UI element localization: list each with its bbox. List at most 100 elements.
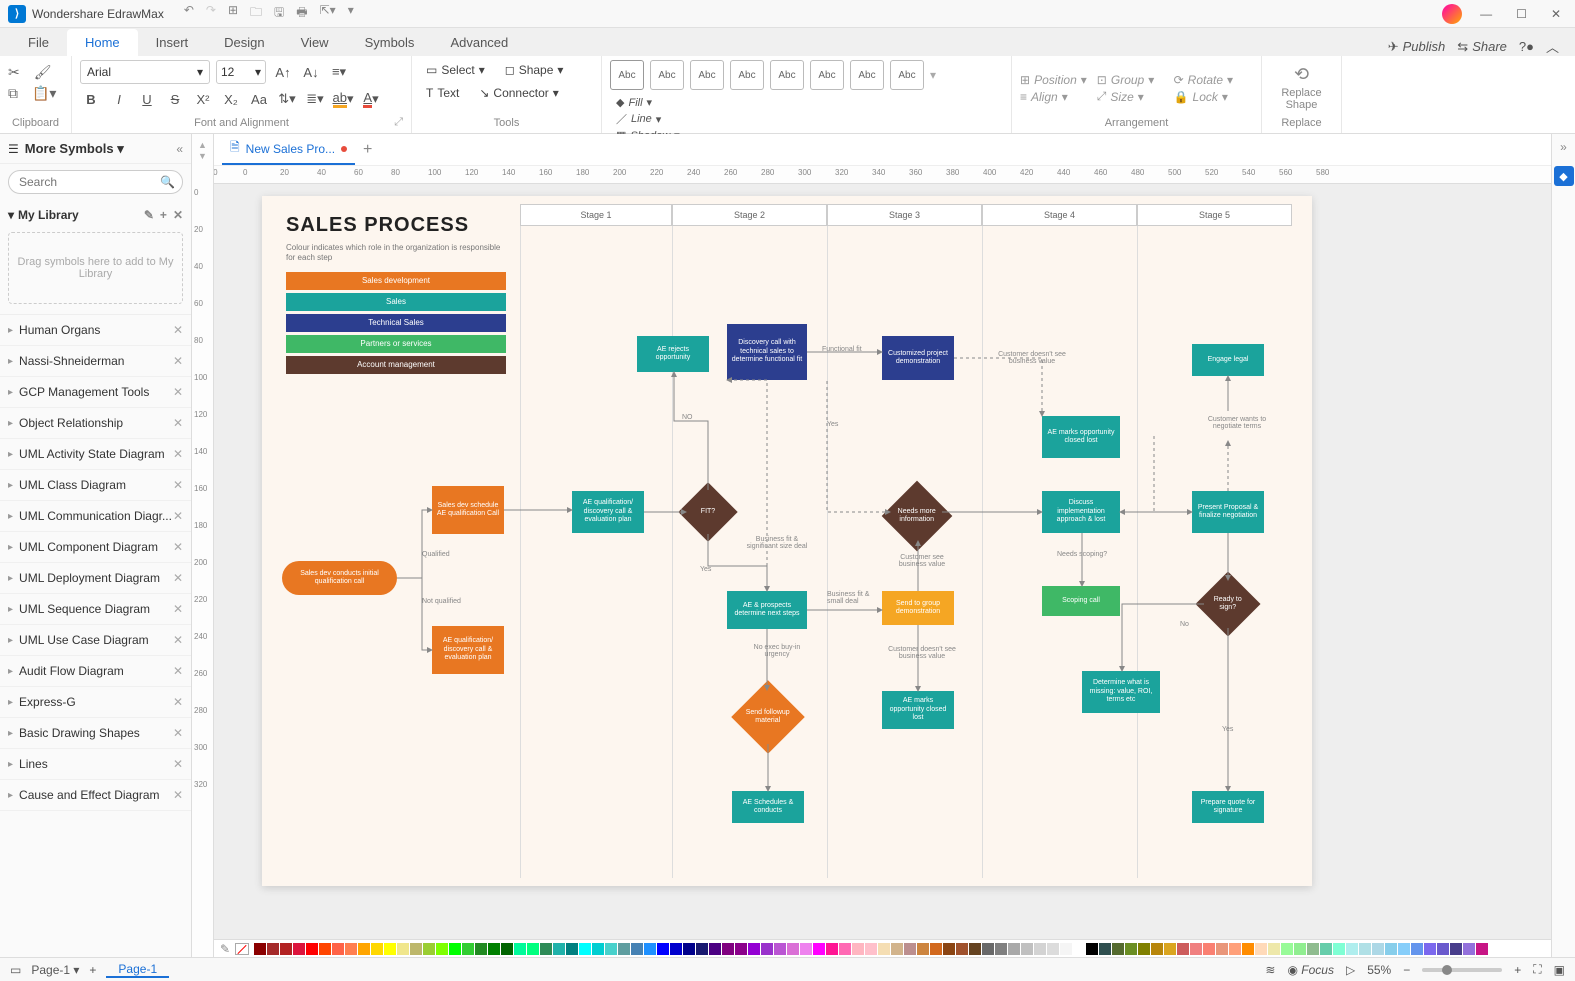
color-swatch[interactable]	[1164, 943, 1176, 955]
search-icon[interactable]: 🔍	[160, 175, 175, 189]
style-preset-8[interactable]: Abc	[890, 60, 924, 90]
node-demo[interactable]: Customized project demonstration	[882, 336, 954, 380]
lock-menu[interactable]: 🔒 Lock▾	[1174, 89, 1241, 104]
minimize-button[interactable]: —	[1474, 5, 1498, 23]
style-preset-5[interactable]: Abc	[770, 60, 804, 90]
node-discuss-impl[interactable]: Discuss implementation approach & lost	[1042, 491, 1120, 533]
category-item[interactable]: ▸Audit Flow Diagram✕	[0, 656, 191, 687]
color-swatch[interactable]	[865, 943, 877, 955]
color-swatch[interactable]	[332, 943, 344, 955]
format-painter-icon[interactable]: 🖌	[34, 64, 52, 81]
print-icon[interactable]: 🖶	[296, 3, 307, 24]
node-group-demo[interactable]: Send to group demonstration	[882, 591, 954, 625]
color-swatch[interactable]	[1216, 943, 1228, 955]
color-swatch[interactable]	[1294, 943, 1306, 955]
scroll-down-icon[interactable]: ▼	[198, 151, 207, 161]
color-swatch[interactable]	[722, 943, 734, 955]
color-swatch[interactable]	[1190, 943, 1202, 955]
color-swatch[interactable]	[436, 943, 448, 955]
color-swatch[interactable]	[995, 943, 1007, 955]
close-icon[interactable]: ✕	[173, 602, 183, 616]
new-icon[interactable]: ⊞	[228, 3, 238, 24]
color-swatch[interactable]	[579, 943, 591, 955]
category-item[interactable]: ▸UML Use Case Diagram✕	[0, 625, 191, 656]
tab-view[interactable]: View	[283, 29, 347, 56]
category-item[interactable]: ▸Lines✕	[0, 749, 191, 780]
paste-icon[interactable]: 📋▾	[32, 85, 56, 102]
node-closed-lost-2[interactable]: AE marks opportunity closed lost	[1042, 416, 1120, 458]
node-ae-schedules[interactable]: AE Schedules & conducts	[732, 791, 804, 823]
save-icon[interactable]: 🖫	[274, 3, 284, 24]
undo-icon[interactable]: ↶	[184, 3, 194, 24]
style-preset-7[interactable]: Abc	[850, 60, 884, 90]
color-swatch[interactable]	[1177, 943, 1189, 955]
category-item[interactable]: ▸Express-G✕	[0, 687, 191, 718]
tab-insert[interactable]: Insert	[138, 29, 207, 56]
tab-home[interactable]: Home	[67, 29, 138, 56]
open-icon[interactable]: 🗀	[250, 3, 262, 24]
page-tab[interactable]: Page-1	[106, 962, 169, 978]
color-swatch[interactable]	[787, 943, 799, 955]
color-swatch[interactable]	[1424, 943, 1436, 955]
color-swatch[interactable]	[358, 943, 370, 955]
no-fill-swatch[interactable]	[235, 943, 249, 955]
color-swatch[interactable]	[800, 943, 812, 955]
color-swatch[interactable]	[696, 943, 708, 955]
close-icon[interactable]: ✕	[173, 323, 183, 337]
color-swatch[interactable]	[345, 943, 357, 955]
color-swatch[interactable]	[917, 943, 929, 955]
connector-tool[interactable]: ↘ Connector ▾	[473, 83, 564, 103]
color-swatch[interactable]	[1008, 943, 1020, 955]
color-swatch[interactable]	[293, 943, 305, 955]
fit-page-icon[interactable]: ⛶	[1533, 962, 1541, 977]
replace-shape-button[interactable]: ⟲ Replace Shape	[1270, 60, 1333, 111]
close-icon[interactable]: ✕	[173, 788, 183, 802]
node-present-proposal[interactable]: Present Proposal & finalize negotiation	[1192, 491, 1264, 533]
color-swatch[interactable]	[1411, 943, 1423, 955]
case-icon[interactable]: Aa	[248, 88, 270, 110]
color-swatch[interactable]	[280, 943, 292, 955]
font-color-icon[interactable]: A▾	[360, 88, 382, 110]
color-swatch[interactable]	[1437, 943, 1449, 955]
zoom-slider[interactable]	[1422, 968, 1502, 972]
chevron-down-icon[interactable]: ▾	[8, 208, 14, 222]
presentation-icon[interactable]: ▷	[1346, 963, 1355, 977]
color-swatch[interactable]	[644, 943, 656, 955]
fullscreen-icon[interactable]: ▣	[1554, 963, 1565, 977]
help-icon[interactable]: ?●	[1519, 39, 1534, 54]
color-swatch[interactable]	[891, 943, 903, 955]
library-drop-zone[interactable]: Drag symbols here to add to My Library	[8, 232, 183, 304]
color-swatch[interactable]	[1359, 943, 1371, 955]
tab-file[interactable]: File	[10, 29, 67, 56]
tab-advanced[interactable]: Advanced	[432, 29, 526, 56]
highlight-icon[interactable]: ab▾	[332, 88, 354, 110]
node-ready-sign[interactable]: Ready to sign?	[1195, 571, 1260, 636]
color-swatch[interactable]	[683, 943, 695, 955]
category-item[interactable]: ▸Basic Drawing Shapes✕	[0, 718, 191, 749]
node-next-steps[interactable]: AE & prospects determine next steps	[727, 591, 807, 629]
fill-menu[interactable]: ◆ Fill ▾	[616, 96, 680, 109]
color-swatch[interactable]	[982, 943, 994, 955]
color-swatch[interactable]	[410, 943, 422, 955]
symbol-search-input[interactable]	[8, 170, 183, 194]
color-swatch[interactable]	[1255, 943, 1267, 955]
node-ae-qual2[interactable]: AE qualification/ discovery call & evalu…	[432, 626, 504, 674]
text-tool[interactable]: T Text	[420, 83, 465, 103]
node-prepare-quote[interactable]: Prepare quote for signature	[1192, 791, 1264, 823]
decrease-font-icon[interactable]: A↓	[300, 61, 322, 83]
color-swatch[interactable]	[254, 943, 266, 955]
document-tab[interactable]: 🗎 New Sales Pro...	[222, 134, 355, 165]
color-swatch[interactable]	[1047, 943, 1059, 955]
color-swatch[interactable]	[1229, 943, 1241, 955]
line-menu[interactable]: ／ Line ▾	[616, 111, 680, 127]
category-item[interactable]: ▸Human Organs✕	[0, 315, 191, 346]
node-fit[interactable]: FIT?	[678, 482, 737, 541]
scroll-up-icon[interactable]: ▲	[198, 140, 207, 150]
node-determine-missing[interactable]: Determine what is missing: value, ROI, t…	[1082, 671, 1160, 713]
zoom-out-icon[interactable]: −	[1403, 963, 1410, 977]
color-swatch[interactable]	[1099, 943, 1111, 955]
color-swatch[interactable]	[904, 943, 916, 955]
close-icon[interactable]: ✕	[173, 385, 183, 399]
color-swatch[interactable]	[1112, 943, 1124, 955]
add-page-button[interactable]: +	[89, 963, 96, 977]
